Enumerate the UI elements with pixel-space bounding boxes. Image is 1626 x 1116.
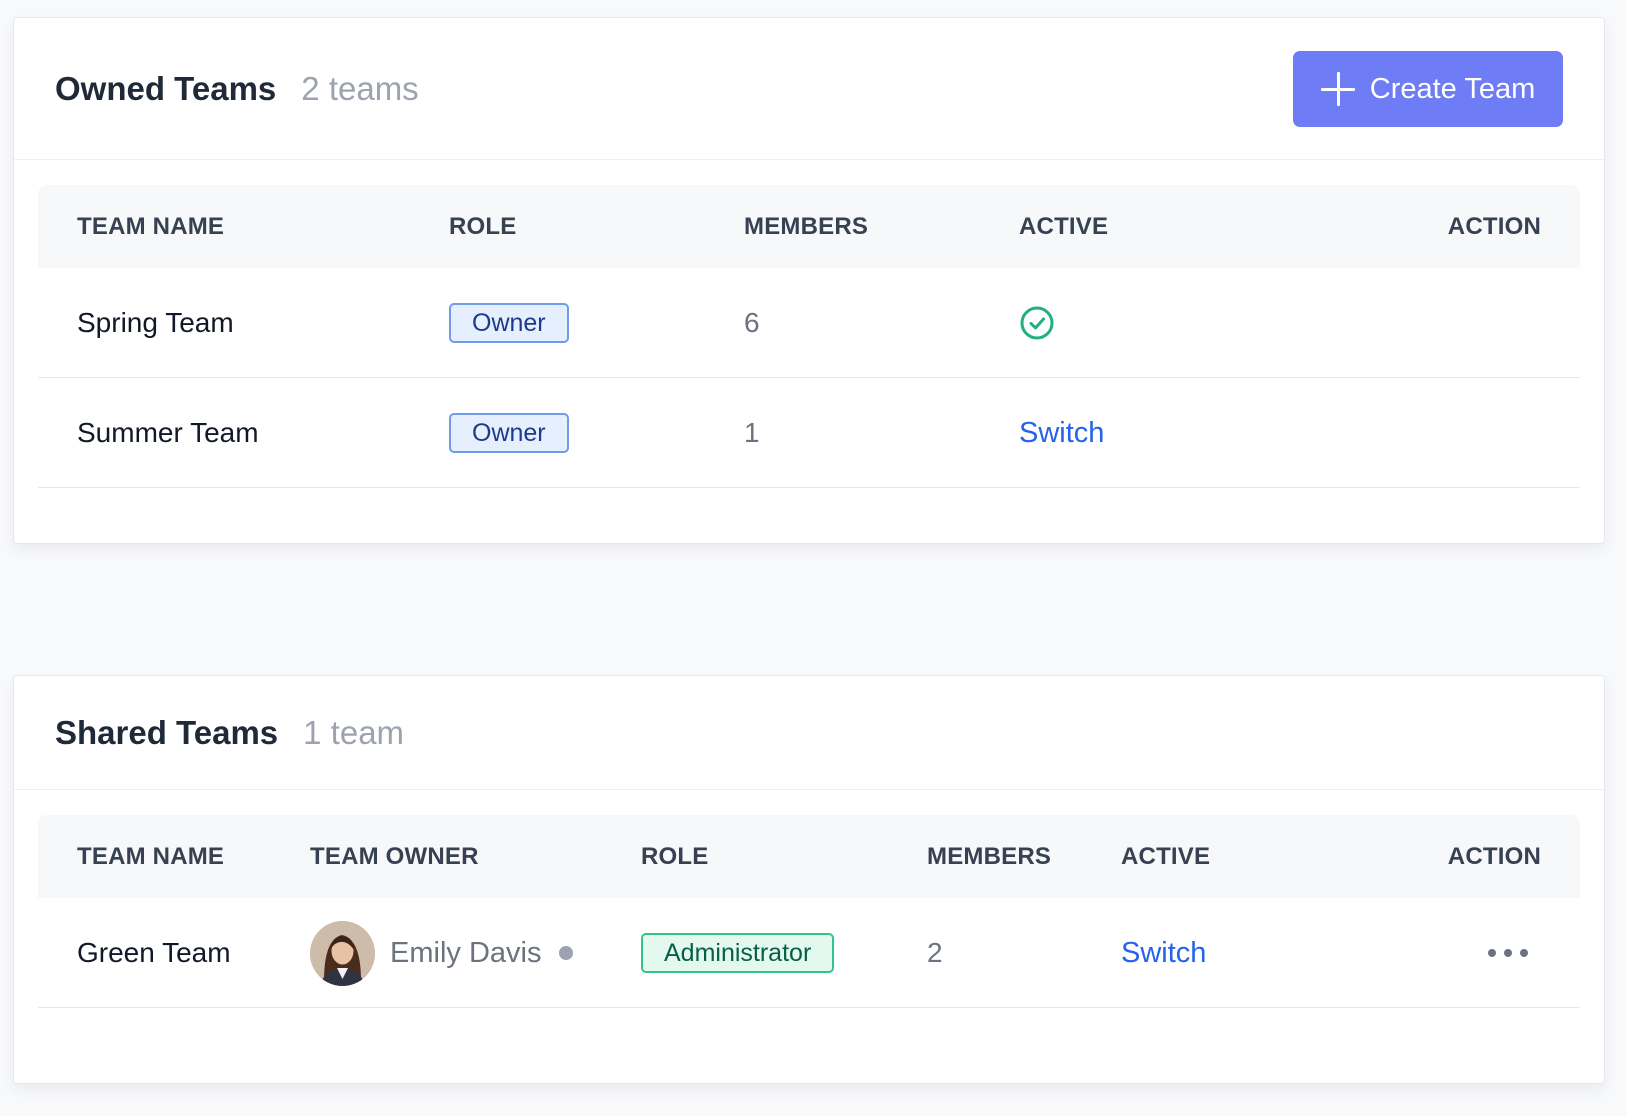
more-dot bbox=[1504, 949, 1512, 957]
column-action: ACTION bbox=[1447, 843, 1541, 870]
avatar bbox=[310, 920, 375, 986]
owned-teams-card: Owned Teams 2 teams Create Team TEAM NAM… bbox=[13, 17, 1605, 544]
team-owner-name: Emily Davis bbox=[390, 936, 542, 969]
members-count: 1 bbox=[744, 417, 760, 448]
active-cell bbox=[1019, 268, 1055, 378]
shared-teams-header: Shared Teams 1 team bbox=[14, 676, 1604, 790]
owned-teams-title: Owned Teams bbox=[55, 69, 277, 107]
column-role: ROLE bbox=[641, 843, 709, 870]
column-members: MEMBERS bbox=[744, 213, 869, 240]
column-team-name: TEAM NAME bbox=[77, 843, 225, 870]
plus-icon bbox=[1320, 72, 1355, 106]
role-badge: Owner bbox=[449, 413, 569, 453]
column-members: MEMBERS bbox=[927, 843, 1052, 870]
column-action: ACTION bbox=[1447, 213, 1541, 240]
switch-team-link[interactable]: Switch bbox=[1121, 937, 1206, 970]
active-cell: Switch bbox=[1019, 378, 1104, 488]
more-dot bbox=[1488, 949, 1496, 957]
column-team-owner: TEAM OWNER bbox=[310, 843, 479, 870]
owned-teams-count: 2 teams bbox=[301, 69, 419, 107]
team-name: Green Team bbox=[77, 937, 231, 968]
more-dot bbox=[1520, 949, 1528, 957]
avatar-portrait bbox=[310, 920, 375, 986]
team-owner-cell: Emily Davis bbox=[310, 898, 574, 1008]
owned-teams-header: Owned Teams 2 teams Create Team bbox=[14, 18, 1604, 160]
role-cell: Owner bbox=[449, 378, 569, 488]
column-role: ROLE bbox=[449, 213, 517, 240]
team-name: Spring Team bbox=[77, 307, 234, 338]
status-dot bbox=[559, 946, 574, 960]
action-cell bbox=[1488, 898, 1528, 1008]
owned-teams-table: TEAM NAME ROLE MEMBERS ACTIVE ACTION Spr… bbox=[38, 185, 1580, 488]
table-row: Green Team Emily Davis Administrator 2 S… bbox=[38, 898, 1580, 1008]
table-header: TEAM NAME TEAM OWNER ROLE MEMBERS ACTIVE… bbox=[38, 815, 1580, 898]
create-team-label: Create Team bbox=[1369, 72, 1536, 105]
shared-teams-count: 1 team bbox=[303, 713, 405, 751]
create-team-button[interactable]: Create Team bbox=[1293, 51, 1563, 127]
table-row: Summer Team Owner 1 Switch bbox=[38, 378, 1580, 488]
members-count: 6 bbox=[744, 307, 760, 338]
column-active: ACTIVE bbox=[1121, 843, 1211, 870]
check-circle-icon bbox=[1020, 306, 1054, 340]
table-header: TEAM NAME ROLE MEMBERS ACTIVE ACTION bbox=[38, 185, 1580, 268]
shared-teams-title: Shared Teams bbox=[55, 713, 279, 751]
switch-team-link[interactable]: Switch bbox=[1019, 417, 1104, 450]
role-badge: Administrator bbox=[641, 933, 835, 973]
table-row: Spring Team Owner 6 bbox=[38, 268, 1580, 378]
members-count: 2 bbox=[927, 937, 943, 968]
column-active: ACTIVE bbox=[1019, 213, 1109, 240]
column-team-name: TEAM NAME bbox=[77, 213, 225, 240]
shared-teams-table: TEAM NAME TEAM OWNER ROLE MEMBERS ACTIVE… bbox=[38, 815, 1580, 1008]
team-name: Summer Team bbox=[77, 417, 259, 448]
role-cell: Owner bbox=[449, 268, 569, 378]
role-badge: Owner bbox=[449, 303, 569, 343]
shared-teams-card: Shared Teams 1 team TEAM NAME TEAM OWNER… bbox=[13, 675, 1605, 1084]
role-cell: Administrator bbox=[641, 898, 835, 1008]
more-horizontal-icon[interactable] bbox=[1488, 943, 1528, 963]
active-cell: Switch bbox=[1121, 898, 1206, 1008]
